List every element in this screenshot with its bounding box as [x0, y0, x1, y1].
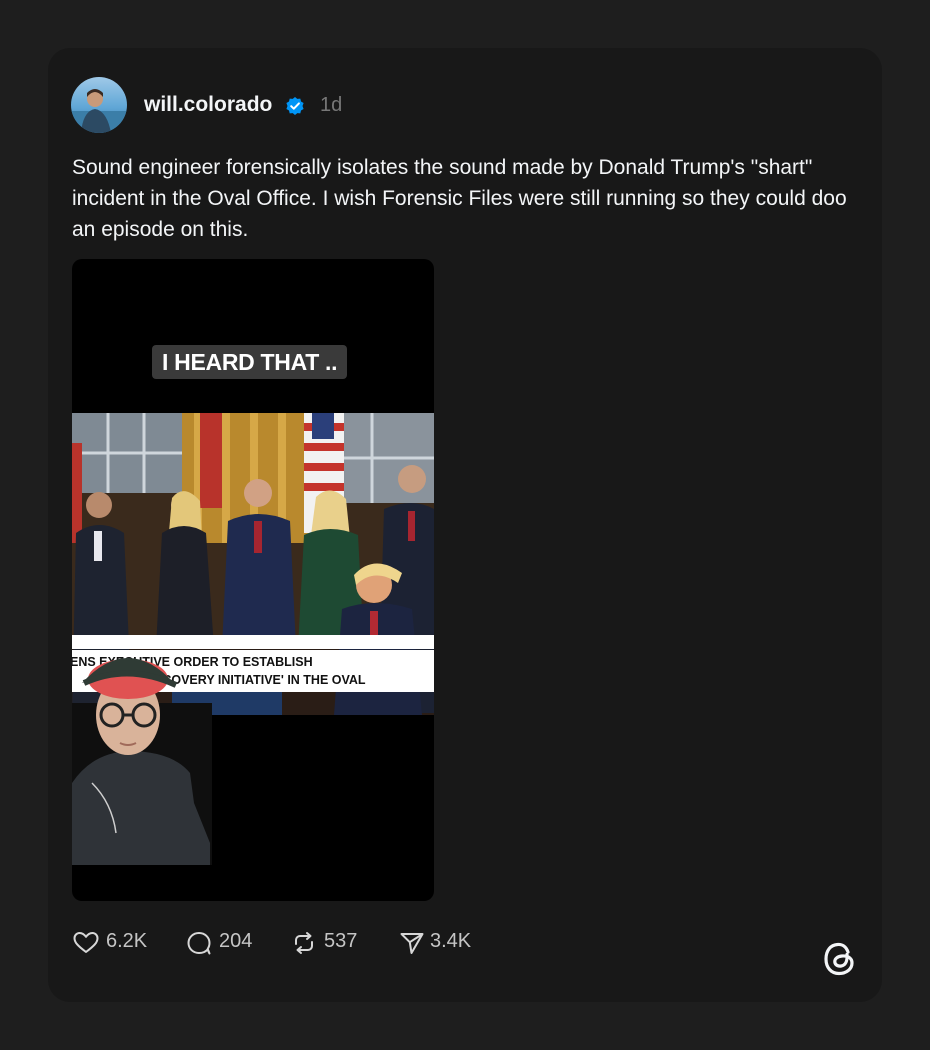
heart-icon: [73, 932, 99, 953]
share-count: 3.4K: [430, 930, 472, 952]
repost-button[interactable]: 537: [290, 928, 370, 958]
threads-logo-icon[interactable]: [822, 940, 858, 978]
post-card: will.colorado 1d Sound engineer forensic…: [48, 48, 882, 1002]
like-button[interactable]: 6.2K: [72, 928, 152, 958]
repost-icon: [295, 932, 313, 954]
avatar[interactable]: [71, 77, 127, 133]
share-button[interactable]: 3.4K: [398, 928, 478, 958]
reply-button[interactable]: 204: [185, 928, 265, 958]
comment-icon: [187, 932, 211, 955]
verified-badge-icon: [285, 96, 305, 116]
reply-count: 204: [219, 930, 253, 952]
repost-count: 537: [324, 930, 358, 952]
post-video[interactable]: I HEARD THAT .. ENS EXECUTIVE ORDER TO E…: [72, 259, 434, 901]
post-caption: Sound engineer forensically isolates the…: [72, 156, 847, 241]
username[interactable]: will.colorado: [144, 93, 272, 117]
presenter-overlay: [72, 658, 212, 865]
video-overlay-text: I HEARD THAT ..: [152, 345, 348, 379]
post-time: 1d: [320, 94, 343, 116]
like-count: 6.2K: [106, 930, 148, 952]
share-icon: [400, 933, 424, 954]
